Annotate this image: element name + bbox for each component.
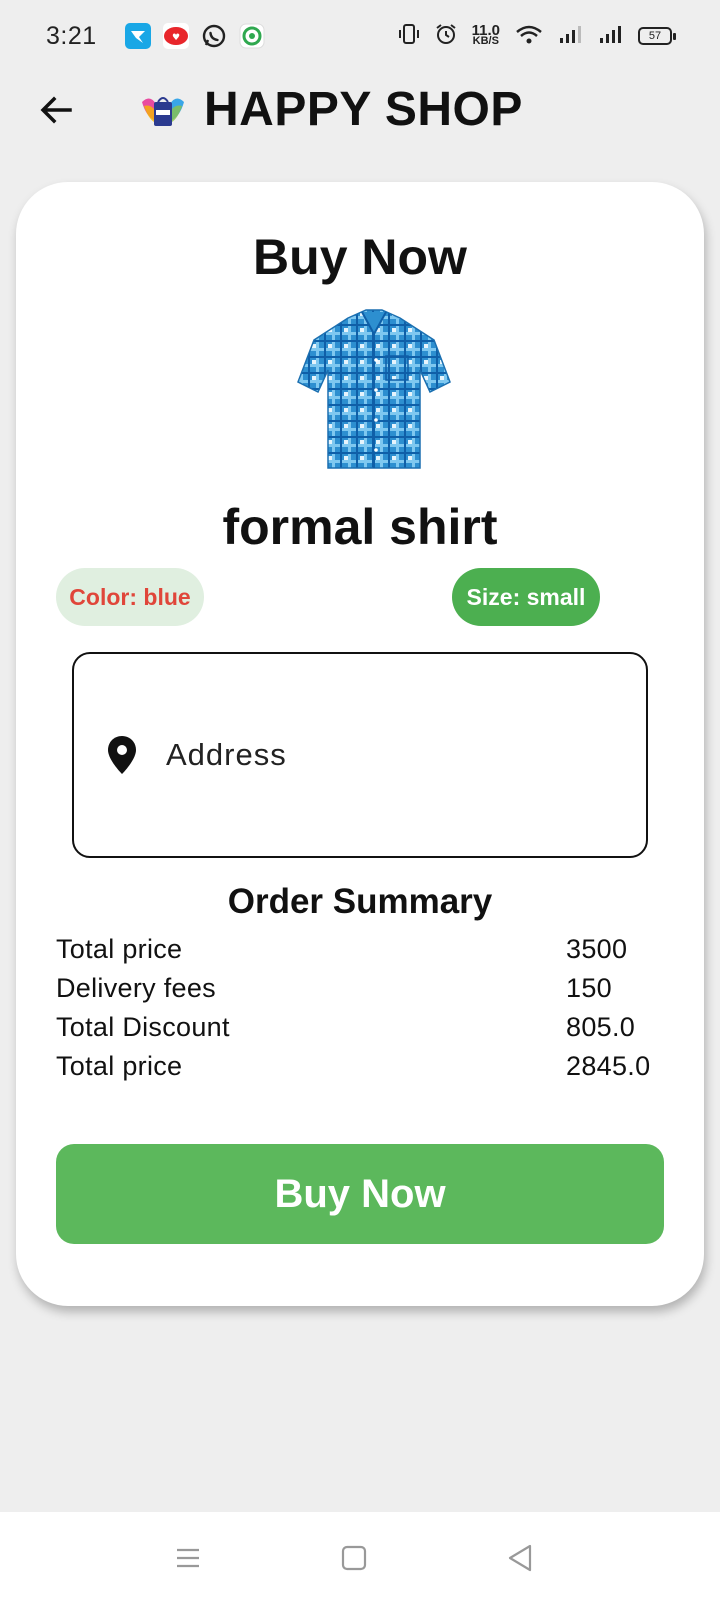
app-icon: ♥ bbox=[162, 23, 189, 49]
back-triangle-icon bbox=[508, 1544, 532, 1572]
address-field[interactable] bbox=[72, 652, 648, 858]
summary-row-total-discount: Total Discount 805.0 bbox=[56, 1008, 656, 1047]
svg-text:♥: ♥ bbox=[172, 33, 180, 43]
location-pin-icon bbox=[102, 734, 142, 776]
summary-value: 150 bbox=[566, 973, 612, 1003]
whatsapp-icon bbox=[201, 23, 227, 49]
back-button[interactable] bbox=[36, 90, 76, 130]
telenor-icon bbox=[124, 23, 151, 49]
menu-icon bbox=[177, 1548, 199, 1568]
system-nav-bar bbox=[0, 1512, 720, 1600]
app-title: HAPPY SHOP bbox=[204, 83, 523, 136]
summary-label: Delivery fees bbox=[56, 973, 216, 1003]
app-bar: HAPPY SHOP bbox=[0, 72, 720, 152]
network-speed: 11.0 KB/S bbox=[472, 23, 500, 47]
summary-value: 3500 bbox=[566, 934, 628, 964]
summary-label: Total Discount bbox=[56, 1012, 230, 1042]
buy-now-card: Buy Now formal shirt Color: blue Size: s… bbox=[16, 182, 704, 1306]
summary-value: 2845.0 bbox=[566, 1051, 651, 1081]
battery-indicator: 57 bbox=[638, 27, 676, 45]
summary-label: Total price bbox=[56, 1051, 183, 1081]
size-chip[interactable]: Size: small bbox=[452, 568, 600, 626]
home-square-icon bbox=[341, 1545, 367, 1571]
arrow-left-icon bbox=[40, 96, 72, 124]
wifi-icon bbox=[514, 22, 544, 51]
status-bar: 3:21 ♥ 11.0 KB/S 57 bbox=[0, 0, 720, 72]
summary-label: Total price bbox=[56, 934, 183, 964]
home-button[interactable] bbox=[336, 1540, 372, 1576]
card-title: Buy Now bbox=[253, 229, 467, 285]
back-nav-button[interactable] bbox=[502, 1540, 538, 1576]
address-input[interactable] bbox=[166, 737, 586, 773]
order-summary-title: Order Summary bbox=[227, 882, 493, 921]
summary-row-total-price: Total price 3500 bbox=[56, 930, 656, 969]
signal-icon-1 bbox=[558, 23, 584, 50]
signal-icon-2 bbox=[598, 23, 624, 50]
summary-row-delivery-fees: Delivery fees 150 bbox=[56, 969, 656, 1008]
summary-row-final-price: Total price 2845.0 bbox=[56, 1047, 656, 1086]
status-right: 11.0 KB/S 57 bbox=[398, 22, 676, 51]
alarm-icon bbox=[434, 22, 458, 51]
green-app-icon bbox=[239, 23, 265, 49]
summary-value: 805.0 bbox=[566, 1012, 636, 1042]
buy-now-button[interactable]: Buy Now bbox=[56, 1144, 664, 1244]
product-name: formal shirt bbox=[222, 499, 498, 555]
color-chip[interactable]: Color: blue bbox=[56, 568, 204, 626]
product-image bbox=[284, 300, 464, 484]
order-summary: Total price 3500 Delivery fees 150 Total… bbox=[56, 930, 656, 1086]
speed-unit: KB/S bbox=[472, 35, 499, 47]
menu-button[interactable] bbox=[170, 1540, 206, 1576]
shop-logo-icon bbox=[140, 90, 186, 130]
status-left: 3:21 ♥ bbox=[46, 22, 265, 51]
status-time: 3:21 bbox=[46, 21, 97, 50]
vibrate-icon bbox=[398, 22, 420, 51]
